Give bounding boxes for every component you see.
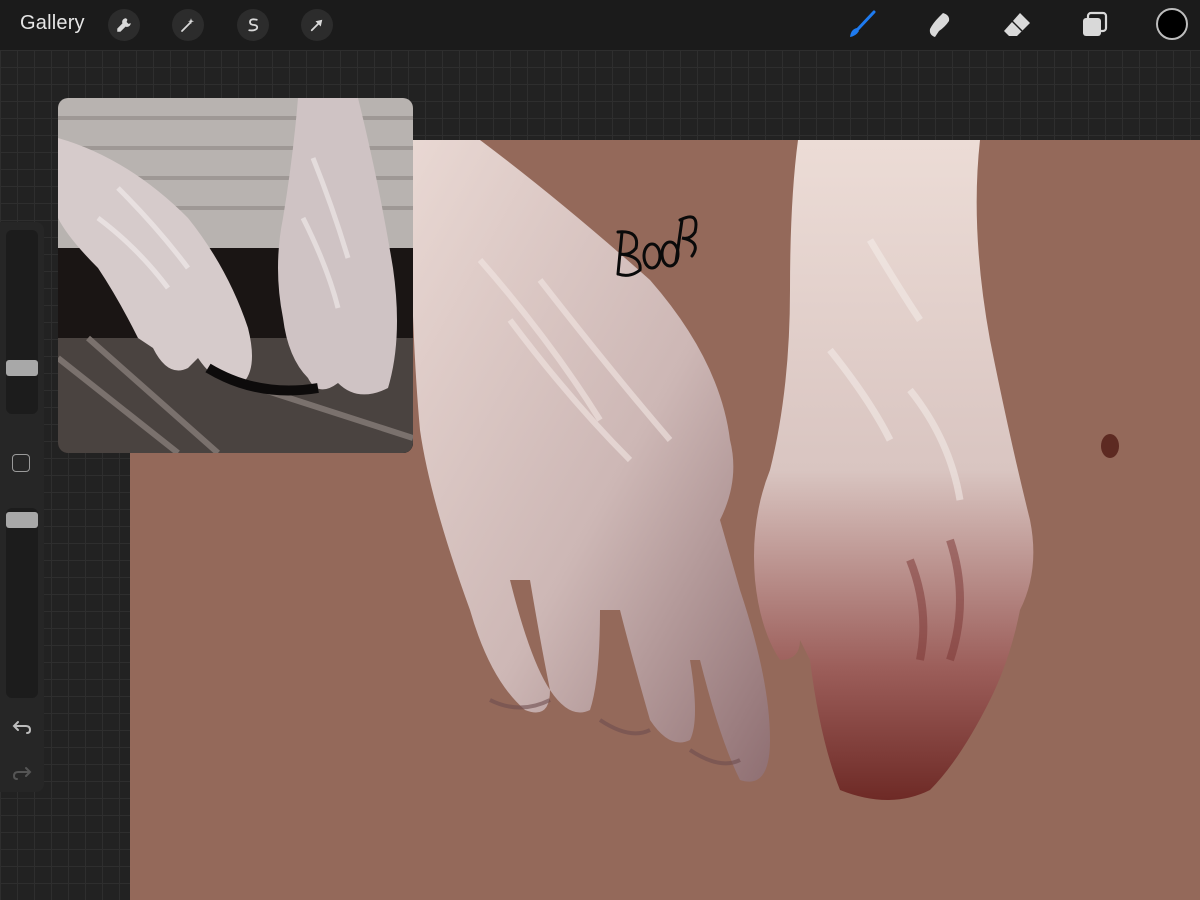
gallery-button[interactable]: Gallery (20, 12, 85, 35)
eraser-tool-button[interactable] (1000, 8, 1034, 42)
brush-icon (850, 10, 876, 37)
magic-wand-icon (181, 18, 194, 32)
adjustments-button[interactable] (172, 9, 204, 41)
reference-image-panel[interactable] (58, 98, 413, 453)
redo-icon[interactable] (10, 760, 34, 784)
brush-size-slider[interactable] (6, 230, 38, 414)
opacity-handle[interactable] (6, 512, 38, 528)
left-sidebar (0, 222, 44, 792)
selection-icon (248, 18, 259, 32)
reference-photo (58, 98, 413, 453)
top-toolbar: Gallery (0, 0, 1200, 50)
right-hand-painting (754, 140, 1034, 800)
transform-button[interactable] (301, 9, 333, 41)
smudge-icon (929, 13, 950, 37)
selection-button[interactable] (237, 9, 269, 41)
actions-button[interactable] (108, 9, 140, 41)
layers-icon (1083, 11, 1108, 36)
transform-arrow-icon (310, 19, 323, 32)
color-picker-button[interactable] (1156, 8, 1188, 40)
undo-icon[interactable] (10, 714, 34, 738)
smudge-tool-button[interactable] (922, 8, 956, 42)
modify-button[interactable] (12, 454, 30, 472)
brush-size-handle[interactable] (6, 360, 38, 376)
eraser-icon (1004, 13, 1030, 36)
brush-tool-button[interactable] (845, 8, 879, 42)
paint-dab (1101, 434, 1119, 458)
layers-button[interactable] (1078, 8, 1112, 42)
left-hand-painting (410, 140, 770, 782)
wrench-icon (117, 18, 131, 32)
opacity-slider[interactable] (6, 508, 38, 698)
